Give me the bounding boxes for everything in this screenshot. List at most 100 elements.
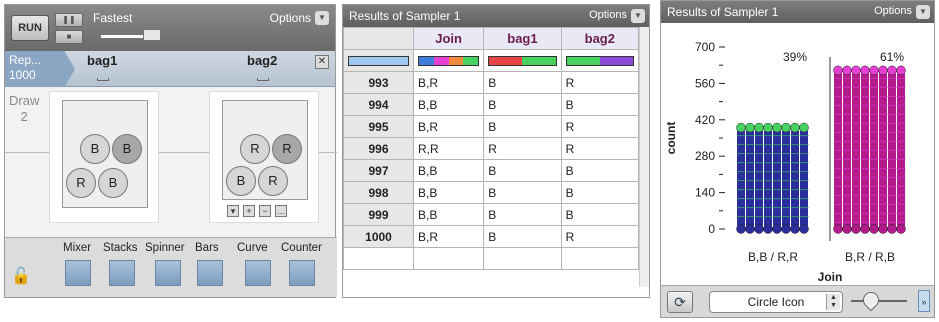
swatch-row bbox=[343, 49, 640, 72]
table-cell[interactable]: B bbox=[483, 115, 562, 138]
bag1-label[interactable]: bag1 bbox=[87, 53, 117, 68]
sampler-options-label[interactable]: Options bbox=[270, 11, 311, 25]
top-dot bbox=[896, 65, 906, 76]
table-cell[interactable]: B,B bbox=[412, 203, 485, 226]
table-row[interactable]: 993 B,R B R bbox=[343, 71, 640, 94]
ball[interactable]: B bbox=[98, 168, 128, 198]
icon-size-slider-thumb[interactable] bbox=[859, 288, 883, 312]
row-index[interactable]: 999 bbox=[343, 203, 414, 226]
bottom-dot bbox=[799, 224, 809, 234]
table-cell[interactable]: R bbox=[560, 71, 640, 94]
spinner-icon[interactable] bbox=[155, 260, 181, 286]
row-index[interactable]: 993 bbox=[343, 71, 414, 94]
table-cell bbox=[560, 247, 640, 270]
repetitions-box[interactable]: Rep... 1000 bbox=[5, 51, 75, 87]
icon-select[interactable]: Circle Icon ▲ ▼ bbox=[709, 291, 843, 313]
table-cell[interactable]: B bbox=[483, 93, 562, 116]
counter-icon[interactable] bbox=[289, 260, 315, 286]
mixer-icon[interactable] bbox=[65, 260, 91, 286]
table-cell[interactable]: B bbox=[483, 225, 562, 248]
table-cell[interactable]: R bbox=[560, 137, 640, 160]
ball[interactable]: R bbox=[66, 168, 96, 198]
table-cell[interactable]: B bbox=[483, 159, 562, 182]
ball[interactable]: R bbox=[258, 166, 288, 196]
y-tick-label: 0 bbox=[708, 222, 715, 236]
table-cell[interactable]: B,R bbox=[412, 71, 485, 94]
table-row[interactable]: 996 R,R R R bbox=[343, 137, 640, 160]
table-row[interactable]: 994 B,B B B bbox=[343, 93, 640, 116]
curve-icon[interactable] bbox=[245, 260, 271, 286]
table-cell[interactable]: R,R bbox=[412, 137, 485, 160]
ball[interactable]: R bbox=[240, 134, 270, 164]
row-index[interactable]: 998 bbox=[343, 181, 414, 204]
bag2-card[interactable]: R R B R bbox=[209, 91, 319, 223]
draw-value[interactable]: 2 bbox=[9, 109, 39, 125]
y-axis-label: count bbox=[664, 122, 678, 155]
table-cell[interactable]: R bbox=[483, 137, 562, 160]
bag1-card[interactable]: B B R B bbox=[49, 91, 159, 223]
stacks-icon[interactable] bbox=[109, 260, 135, 286]
add-ball-button[interactable]: + bbox=[243, 205, 255, 217]
table-row[interactable]: 999 B,B B B bbox=[343, 203, 640, 226]
column-header[interactable]: bag2 bbox=[560, 27, 640, 50]
chevron-down-icon[interactable]: ▼ bbox=[315, 11, 329, 25]
ball[interactable]: R bbox=[272, 134, 302, 164]
table-cell[interactable]: R bbox=[560, 225, 640, 248]
table-cell[interactable]: B bbox=[560, 203, 640, 226]
table-cell[interactable]: B,B bbox=[412, 181, 485, 204]
table-row[interactable]: 997 B,B B B bbox=[343, 159, 640, 182]
draw-label[interactable]: Draw 2 bbox=[9, 93, 39, 125]
table-cell[interactable]: B,B bbox=[412, 159, 485, 182]
table-cell[interactable]: R bbox=[560, 115, 640, 138]
column-header[interactable]: bag1 bbox=[483, 27, 562, 50]
lock-icon[interactable]: 🔓 bbox=[11, 266, 31, 286]
row-index[interactable]: 997 bbox=[343, 159, 414, 182]
rep-value[interactable]: 1000 bbox=[9, 68, 71, 83]
close-icon[interactable]: ✕ bbox=[315, 55, 329, 69]
speed-slider-thumb[interactable] bbox=[143, 29, 161, 41]
ball[interactable]: B bbox=[80, 134, 110, 164]
graph-options-label[interactable]: Options bbox=[874, 5, 912, 17]
ball[interactable]: B bbox=[112, 134, 142, 164]
table-cell[interactable]: B,B bbox=[412, 93, 485, 116]
top-dot bbox=[842, 65, 852, 76]
table-cell[interactable]: B bbox=[560, 93, 640, 116]
stop-button[interactable]: ■ bbox=[55, 30, 83, 44]
double-chevron-right-icon[interactable]: » bbox=[918, 290, 930, 312]
table-cell[interactable]: B bbox=[483, 181, 562, 204]
remove-ball-button[interactable]: − bbox=[259, 205, 271, 217]
table-options-label[interactable]: Options bbox=[589, 9, 627, 21]
table-cell[interactable]: B bbox=[483, 203, 562, 226]
swatch-segment bbox=[463, 56, 479, 65]
chevron-down-icon[interactable]: ▼ bbox=[631, 9, 645, 23]
bag2-label[interactable]: bag2 bbox=[247, 53, 277, 68]
dropdown-icon[interactable]: ▾ bbox=[227, 205, 239, 217]
table-cell[interactable]: B,R bbox=[412, 225, 485, 248]
chevron-down-icon[interactable]: ▼ bbox=[916, 5, 930, 19]
dot-column bbox=[852, 70, 860, 230]
table-scrollbar[interactable] bbox=[639, 27, 649, 287]
bag2-tick bbox=[257, 78, 269, 81]
row-index[interactable]: 1000 bbox=[343, 225, 414, 248]
dot-column bbox=[746, 127, 754, 229]
device-label-bars: Bars bbox=[195, 242, 219, 254]
table-cell[interactable]: B,R bbox=[412, 115, 485, 138]
top-dot bbox=[833, 65, 843, 76]
column-header[interactable]: Join bbox=[412, 27, 485, 50]
row-index[interactable]: 994 bbox=[343, 93, 414, 116]
table-row[interactable]: 995 B,R B R bbox=[343, 115, 640, 138]
refresh-icon[interactable]: ⟳ bbox=[667, 291, 693, 313]
bars-icon[interactable] bbox=[197, 260, 223, 286]
more-icon[interactable]: … bbox=[275, 205, 287, 217]
table-cell[interactable]: B bbox=[483, 71, 562, 94]
table-cell[interactable]: B bbox=[560, 159, 640, 182]
run-button[interactable]: RUN bbox=[11, 15, 49, 41]
table-row[interactable]: 998 B,B B B bbox=[343, 181, 640, 204]
row-index[interactable]: 996 bbox=[343, 137, 414, 160]
graph-titlebar: Results of Sampler 1 Options ▼ bbox=[661, 1, 934, 23]
table-cell[interactable]: B bbox=[560, 181, 640, 204]
pause-button[interactable]: ❚❚ bbox=[55, 13, 83, 27]
table-row[interactable]: 1000 B,R B R bbox=[343, 225, 640, 248]
row-index[interactable]: 995 bbox=[343, 115, 414, 138]
ball[interactable]: B bbox=[226, 166, 256, 196]
